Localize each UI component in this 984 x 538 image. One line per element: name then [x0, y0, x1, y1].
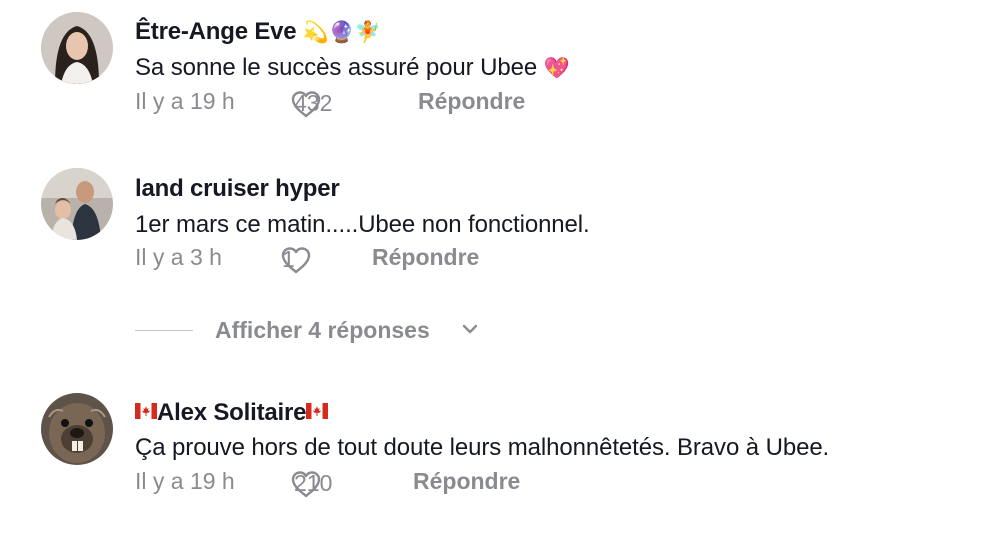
- like-count: 210: [294, 470, 333, 496]
- like-button[interactable]: 210: [290, 470, 332, 498]
- chevron-down-icon: [462, 324, 478, 334]
- reply-button[interactable]: Répondre: [413, 468, 520, 495]
- reply-button[interactable]: Répondre: [418, 88, 525, 115]
- avatar[interactable]: [41, 12, 113, 84]
- comment-text: Ça prouve hors de tout doute leurs malho…: [135, 434, 829, 462]
- avatar[interactable]: [41, 393, 113, 465]
- like-count: 1: [282, 246, 295, 272]
- view-replies-button[interactable]: Afficher 4 réponses: [135, 314, 495, 346]
- comment-body: Sa sonne le succès assuré pour Ubee: [135, 54, 538, 81]
- avatar[interactable]: [41, 168, 113, 240]
- comment-timestamp: Il y a 19 h: [135, 468, 235, 494]
- comment-meta: Il y a 3 h 1 Répondre: [135, 244, 535, 276]
- user-avatar-icon: [41, 168, 113, 240]
- comment-timestamp: Il y a 3 h: [135, 244, 222, 270]
- author-name: Être-Ange Eve: [135, 18, 297, 45]
- beaver-avatar-icon: [41, 393, 113, 465]
- comment-timestamp: Il y a 19 h: [135, 88, 235, 114]
- reply-button[interactable]: Répondre: [372, 244, 479, 271]
- canada-flag-icon: [135, 403, 157, 419]
- sparkling-heart-emoji-icon: 💖: [543, 56, 570, 80]
- canada-flag-icon: [306, 403, 329, 419]
- comment-author[interactable]: Alex Solitaire: [135, 399, 329, 427]
- replies-divider: [135, 330, 193, 331]
- comment-author[interactable]: land cruiser hyper: [135, 175, 340, 203]
- comment-text: 1er mars ce matin.....Ubee non fonctionn…: [135, 211, 590, 239]
- comment-author[interactable]: Être-Ange Eve 💫🔮🧚: [135, 18, 381, 46]
- comment-text: Sa sonne le succès assuré pour Ubee 💖: [135, 54, 570, 82]
- comment-body: Ça prouve hors de tout doute leurs malho…: [135, 434, 830, 461]
- author-name: land cruiser hyper: [135, 175, 340, 202]
- like-count: 432: [294, 90, 333, 116]
- sparkle-crystal-fairy-emoji-icon: 💫🔮🧚: [302, 20, 381, 44]
- view-replies-label: Afficher 4 réponses: [215, 317, 430, 343]
- like-button[interactable]: 432: [290, 90, 332, 118]
- comment-body: 1er mars ce matin.....Ubee non fonctionn…: [135, 211, 590, 238]
- user-avatar-icon: [41, 12, 113, 84]
- comment-meta: Il y a 19 h 210 Répondre: [135, 468, 555, 500]
- comment-meta: Il y a 19 h 432 Répondre: [135, 88, 555, 120]
- like-button[interactable]: 1: [280, 246, 312, 274]
- author-name: Alex Solitaire: [157, 399, 307, 426]
